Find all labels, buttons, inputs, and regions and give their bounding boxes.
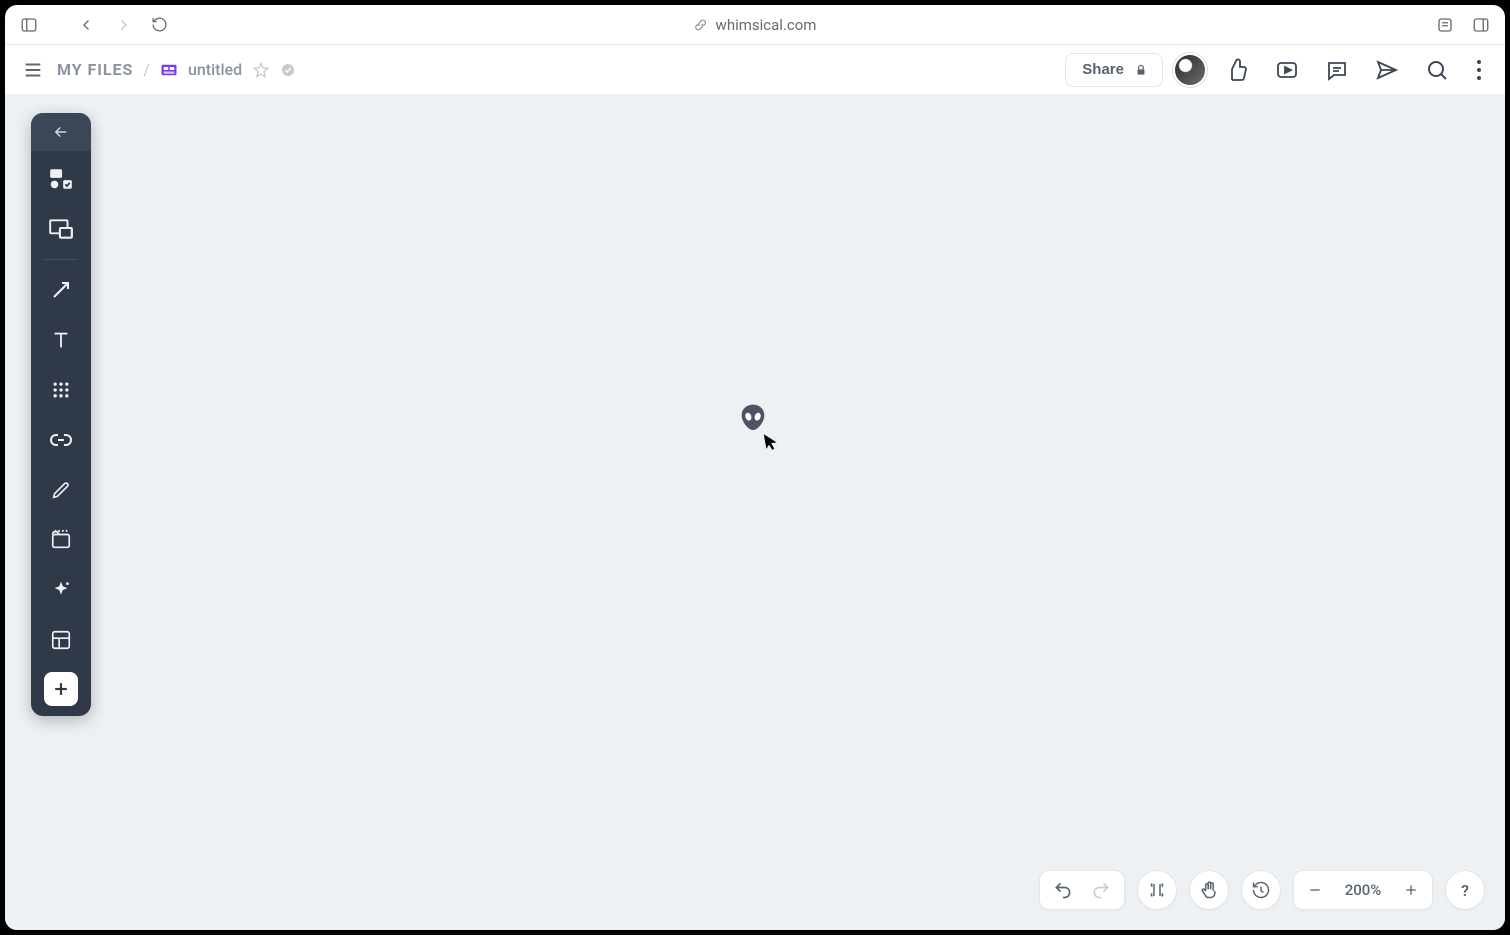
- address-domain: whimsical.com: [716, 16, 817, 34]
- tool-connector[interactable]: [39, 268, 83, 312]
- address-bar[interactable]: whimsical.com: [694, 16, 817, 34]
- tool-ai[interactable]: [39, 568, 83, 612]
- tool-link[interactable]: [39, 418, 83, 462]
- avatar[interactable]: [1173, 53, 1207, 87]
- help-label: ?: [1461, 881, 1469, 900]
- lock-icon: [1134, 63, 1148, 77]
- reader-icon[interactable]: [1431, 11, 1459, 39]
- tool-icons[interactable]: [39, 368, 83, 412]
- sync-status-icon: [280, 62, 296, 78]
- zoom-control: 200%: [1293, 870, 1433, 910]
- thumbs-up-icon[interactable]: [1217, 50, 1257, 90]
- tool-template[interactable]: [39, 618, 83, 662]
- breadcrumb-root[interactable]: MY FILES: [57, 60, 133, 79]
- more-icon[interactable]: [1467, 50, 1491, 90]
- menu-button[interactable]: [19, 56, 47, 84]
- tools-panel: [31, 113, 91, 716]
- zoom-value[interactable]: 200%: [1336, 881, 1390, 899]
- canvas-object-alien-icon[interactable]: [737, 402, 769, 434]
- tools-divider: [45, 259, 77, 260]
- tool-add[interactable]: [44, 672, 78, 706]
- keyboard-shortcuts-button[interactable]: [1137, 870, 1177, 910]
- zoom-in-button[interactable]: [1396, 875, 1426, 905]
- sidebar-toggle-icon[interactable]: [15, 11, 43, 39]
- history-button[interactable]: [1241, 870, 1281, 910]
- hand-tool-button[interactable]: [1189, 870, 1229, 910]
- app-header: MY FILES / untitled Share: [5, 45, 1505, 95]
- share-button[interactable]: Share: [1065, 53, 1163, 87]
- breadcrumb-sep: /: [143, 60, 150, 79]
- tabs-icon[interactable]: [1467, 11, 1495, 39]
- file-title[interactable]: untitled: [188, 60, 242, 79]
- zoom-out-button[interactable]: [1300, 875, 1330, 905]
- reload-button[interactable]: [145, 11, 173, 39]
- arrow-left-icon: [52, 123, 70, 141]
- tool-pencil[interactable]: [39, 468, 83, 512]
- breadcrumb: MY FILES / untitled: [57, 60, 296, 79]
- bottom-controls: 200% ?: [1039, 870, 1485, 910]
- send-icon[interactable]: [1367, 50, 1407, 90]
- undo-button[interactable]: [1046, 873, 1080, 907]
- lock-icon: [694, 18, 708, 32]
- tool-text[interactable]: [39, 318, 83, 362]
- mouse-cursor: [764, 432, 781, 452]
- tool-frame[interactable]: [39, 207, 83, 251]
- redo-button: [1084, 873, 1118, 907]
- forward-button: [109, 11, 137, 39]
- search-icon[interactable]: [1417, 50, 1457, 90]
- help-button[interactable]: ?: [1445, 870, 1485, 910]
- tool-elements[interactable]: [39, 157, 83, 201]
- undo-redo-group: [1039, 870, 1125, 910]
- star-icon[interactable]: [252, 61, 270, 79]
- present-icon[interactable]: [1267, 50, 1307, 90]
- back-button[interactable]: [73, 11, 101, 39]
- share-label: Share: [1082, 61, 1124, 78]
- file-type-icon: [160, 61, 178, 79]
- canvas[interactable]: [5, 95, 1505, 930]
- browser-chrome: whimsical.com: [5, 5, 1505, 45]
- tool-section[interactable]: [39, 518, 83, 562]
- tools-collapse-button[interactable]: [31, 113, 91, 151]
- comment-icon[interactable]: [1317, 50, 1357, 90]
